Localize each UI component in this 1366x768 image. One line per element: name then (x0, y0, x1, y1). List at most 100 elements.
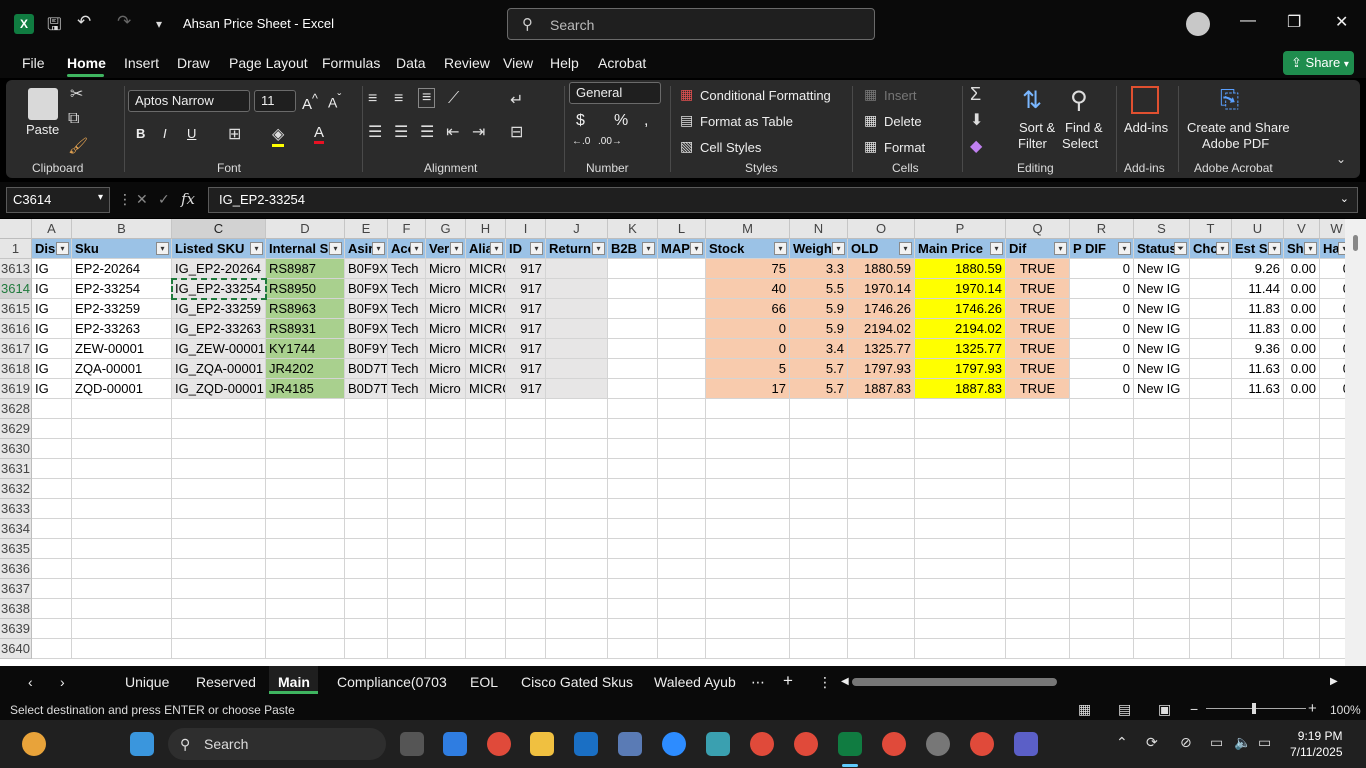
paste-icon[interactable] (28, 88, 58, 120)
empty-cell[interactable] (790, 459, 848, 479)
empty-cell[interactable] (426, 599, 466, 619)
empty-cell[interactable] (1070, 539, 1134, 559)
menu-page-layout[interactable]: Page Layout (229, 55, 308, 71)
empty-cell[interactable] (32, 399, 72, 419)
table-cell[interactable]: IG (32, 359, 72, 379)
table-cell[interactable]: 75 (706, 259, 790, 279)
column-header-r[interactable]: R (1070, 219, 1134, 239)
empty-cell[interactable] (848, 479, 915, 499)
notification-app-icon[interactable] (22, 732, 46, 756)
table-cell[interactable]: IG (32, 339, 72, 359)
row-header[interactable]: 3636 (0, 559, 32, 579)
empty-cell[interactable] (72, 519, 172, 539)
table-header-cell[interactable]: MAP ▾ (658, 239, 706, 259)
table-cell[interactable]: 0 (1070, 359, 1134, 379)
filter-dropdown-icon[interactable]: ▾ (450, 242, 463, 255)
empty-cell[interactable] (1006, 639, 1070, 659)
table-cell[interactable] (658, 259, 706, 279)
table-cell[interactable] (546, 339, 608, 359)
empty-cell[interactable] (790, 559, 848, 579)
empty-cell[interactable] (1284, 559, 1320, 579)
menu-review[interactable]: Review (444, 55, 490, 71)
table-cell[interactable]: 9.26 (1232, 259, 1284, 279)
select-all-corner[interactable] (0, 219, 32, 239)
empty-cell[interactable] (172, 519, 266, 539)
column-header-h[interactable]: H (466, 219, 506, 239)
close-icon[interactable]: ✕ (1335, 12, 1348, 32)
increase-indent-icon[interactable]: ⇥ (472, 122, 485, 142)
empty-cell[interactable] (1190, 539, 1232, 559)
empty-cell[interactable] (658, 639, 706, 659)
row-header[interactable]: 3630 (0, 439, 32, 459)
empty-cell[interactable] (546, 399, 608, 419)
empty-cell[interactable] (1190, 439, 1232, 459)
empty-cell[interactable] (1006, 439, 1070, 459)
table-cell[interactable]: 0 (1070, 259, 1134, 279)
empty-cell[interactable] (172, 559, 266, 579)
empty-cell[interactable] (1134, 499, 1190, 519)
table-cell[interactable]: 40 (706, 279, 790, 299)
empty-cell[interactable] (546, 599, 608, 619)
empty-cell[interactable] (848, 579, 915, 599)
empty-cell[interactable] (32, 419, 72, 439)
filter-dropdown-icon[interactable]: ▾ (329, 242, 342, 255)
filter-dropdown-icon[interactable]: ▾ (490, 242, 503, 255)
table-cell[interactable]: 5.7 (790, 379, 848, 399)
table-cell[interactable]: RS8987 (266, 259, 345, 279)
empty-cell[interactable] (32, 519, 72, 539)
sheet-tab-main[interactable]: Main (278, 674, 310, 690)
empty-cell[interactable] (506, 419, 546, 439)
calculator-icon[interactable] (618, 732, 642, 756)
table-cell[interactable] (1190, 379, 1232, 399)
table-cell[interactable]: RS8931 (266, 319, 345, 339)
table-cell[interactable]: B0F9XD (345, 319, 388, 339)
table-cell[interactable]: Tech (388, 379, 426, 399)
empty-cell[interactable] (1070, 499, 1134, 519)
prev-sheet-icon[interactable]: ‹ (28, 674, 33, 690)
table-cell[interactable]: 1325.77 (915, 339, 1006, 359)
underline-icon[interactable]: U (187, 126, 196, 141)
table-cell[interactable]: RS8963 (266, 299, 345, 319)
table-cell[interactable]: 9.36 (1232, 339, 1284, 359)
table-cell[interactable] (658, 299, 706, 319)
empty-cell[interactable] (706, 539, 790, 559)
column-header-k[interactable]: K (608, 219, 658, 239)
avatar[interactable] (1186, 12, 1210, 36)
table-cell[interactable]: IG (32, 319, 72, 339)
empty-cell[interactable] (1070, 439, 1134, 459)
table-cell[interactable]: Micro (426, 299, 466, 319)
empty-cell[interactable] (466, 639, 506, 659)
conditional-formatting-button[interactable]: Conditional Formatting (700, 88, 831, 103)
empty-cell[interactable] (915, 539, 1006, 559)
empty-cell[interactable] (466, 559, 506, 579)
empty-cell[interactable] (1232, 539, 1284, 559)
empty-cell[interactable] (345, 499, 388, 519)
empty-cell[interactable] (790, 619, 848, 639)
table-cell[interactable]: 917 (506, 359, 546, 379)
minimize-icon[interactable]: — (1240, 12, 1256, 30)
table-cell[interactable]: 2194.02 (848, 319, 915, 339)
sheet-options-icon[interactable]: ⋮ (818, 674, 832, 691)
zoom-in-icon[interactable]: + (1308, 700, 1317, 717)
table-cell[interactable]: Tech (388, 359, 426, 379)
table-cell[interactable]: Tech (388, 259, 426, 279)
row-header[interactable]: 3617 (0, 339, 32, 359)
table-cell[interactable] (658, 339, 706, 359)
table-header-cell[interactable]: Ver ▾ (426, 239, 466, 259)
chrome-profile-icon[interactable] (750, 732, 774, 756)
empty-cell[interactable] (1006, 459, 1070, 479)
row-header[interactable]: 3629 (0, 419, 32, 439)
table-header-cell[interactable]: Listed SKU ▾ (172, 239, 266, 259)
empty-cell[interactable] (1070, 479, 1134, 499)
empty-cell[interactable] (1134, 519, 1190, 539)
customize-qat-icon[interactable]: ▾ (156, 17, 162, 31)
table-cell[interactable] (608, 339, 658, 359)
empty-cell[interactable] (1190, 419, 1232, 439)
row-header[interactable]: 3628 (0, 399, 32, 419)
table-header-cell[interactable]: Dif ▾ (1006, 239, 1070, 259)
empty-cell[interactable] (466, 499, 506, 519)
task-view-icon[interactable] (400, 732, 424, 756)
table-cell[interactable]: IG_ZQD-00001 (172, 379, 266, 399)
column-header-q[interactable]: Q (1006, 219, 1070, 239)
row-header[interactable]: 3635 (0, 539, 32, 559)
